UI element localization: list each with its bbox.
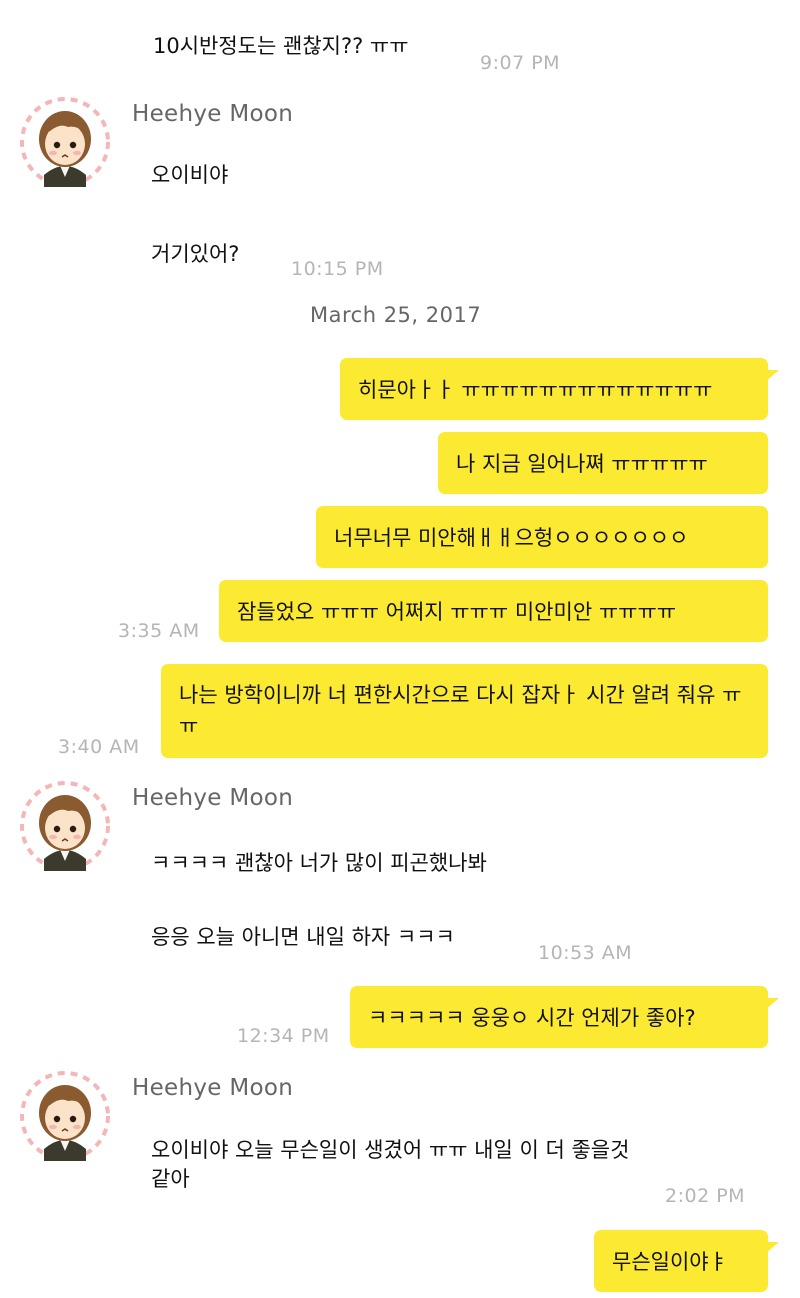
timestamp: 9:07 PM [480,52,561,74]
message-text: 오이비야 [151,163,229,187]
my-message-bubble[interactable]: 너무너무 미안해ㅐㅐ으헝ㅇㅇㅇㅇㅇㅇㅇ [316,506,768,568]
timestamp: 10:15 PM [291,258,384,280]
sender-name[interactable]: Heehye Moon [132,1075,293,1101]
timestamp: 2:02 PM [665,1185,746,1207]
message-text: 나는 방학이니까 너 편한시간으로 다시 잡자ㅏ 시간 알려 줘유 ㅠㅠ [179,683,742,738]
avatar-icon[interactable] [20,781,110,871]
message-text: 너무너무 미안해ㅐㅐ으헝ㅇㅇㅇㅇㅇㅇㅇ [334,526,689,550]
avatar-icon[interactable] [20,97,110,187]
timestamp: 10:53 AM [538,942,633,964]
sender-name[interactable]: Heehye Moon [132,785,293,811]
message-text: 10시반정도는 괜찮지?? ㅠㅠ [153,34,409,58]
timestamp: 3:35 AM [118,620,200,642]
my-message-bubble[interactable]: 히문아ㅏㅏ ㅠㅠㅠㅠㅠㅠㅠㅠㅠㅠㅠㅠㅠ [340,358,779,420]
message-text: 무슨일이야ㅑ [612,1250,728,1274]
my-message-bubble[interactable]: 잠들었오 ㅠㅠㅠ 어쩌지 ㅠㅠㅠ 미안미안 ㅠㅠㅠㅠ [219,580,768,642]
my-message-bubble[interactable]: 나는 방학이니까 너 편한시간으로 다시 잡자ㅏ 시간 알려 줘유 ㅠㅠ [161,664,768,758]
message-text: 나 지금 일어나쪄 ㅠㅠㅠㅠㅠ [456,452,708,476]
message-text: 응응 오늘 아니면 내일 하자 ㅋㅋㅋ [151,925,455,949]
sender-name[interactable]: Heehye Moon [132,101,293,127]
message-text: 잠들었오 ㅠㅠㅠ 어쩌지 ㅠㅠㅠ 미안미안 ㅠㅠㅠㅠ [237,600,677,624]
my-message-bubble[interactable]: ㅋㅋㅋㅋㅋ 웅웅ㅇ 시간 언제가 좋아? [350,986,779,1048]
timestamp: 3:40 AM [58,736,140,758]
timestamp: 12:34 PM [237,1025,330,1047]
message-text: 오이비야 오늘 무슨일이 생겼어 ㅠㅠ 내일 이 더 좋을것같아 [151,1138,630,1191]
my-message-bubble[interactable]: 무슨일이야ㅑ [594,1230,779,1292]
date-separator: March 25, 2017 [310,303,482,327]
message-text: ㅋㅋㅋㅋ 괜찮아 너가 많이 피곤했나봐 [151,851,487,875]
avatar-icon[interactable] [20,1071,110,1161]
message-text: ㅋㅋㅋㅋㅋ 웅웅ㅇ 시간 언제가 좋아? [368,1006,696,1030]
message-text: 히문아ㅏㅏ ㅠㅠㅠㅠㅠㅠㅠㅠㅠㅠㅠㅠㅠ [358,378,713,402]
my-message-bubble[interactable]: 나 지금 일어나쪄 ㅠㅠㅠㅠㅠ [438,432,768,494]
message-text: 거기있어? [151,242,240,266]
